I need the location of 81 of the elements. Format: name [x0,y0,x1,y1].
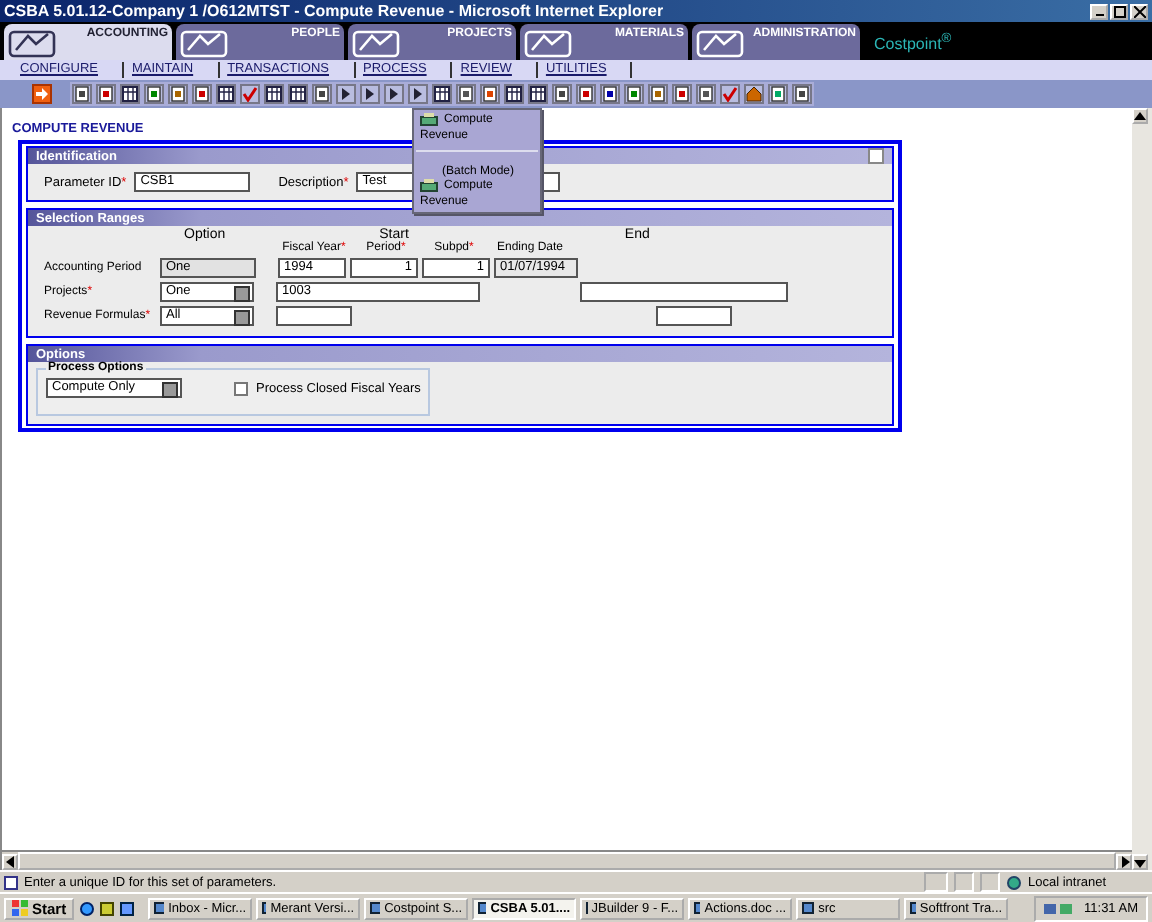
app-icon [262,902,267,914]
module-icon [180,26,228,58]
grid-icon [530,86,546,102]
toolbar-button[interactable] [552,84,572,104]
app-icon [802,902,815,914]
minimize-button[interactable] [1090,3,1108,19]
printer-icon [420,112,438,126]
app-icon [370,902,381,914]
toolbar-button[interactable] [72,84,92,104]
brand-logo: Costpoint$^{®}$ [872,30,954,58]
toolbar-button[interactable] [264,84,284,104]
left-arrow-icon [5,855,15,867]
module-icon [352,26,400,58]
printer-icon [420,178,438,193]
app-icon [694,902,701,914]
input-field[interactable] [276,306,352,326]
toolbar-button[interactable] [288,84,308,104]
toolbar-button[interactable] [672,84,692,104]
square-icon[interactable] [100,901,115,915]
horizontal-scrollbar[interactable] [2,850,1132,870]
toolbar-button[interactable] [168,84,188,104]
toolbar-button[interactable] [792,84,812,104]
grid-icon [122,86,138,102]
grid-icon [218,86,234,102]
toolbar-button[interactable] [744,84,764,104]
toolbar-button[interactable] [360,84,380,104]
grid-icon [266,86,282,102]
toolbar-button[interactable] [480,84,500,104]
toolbar-button[interactable] [408,84,428,104]
module-icon [8,26,56,58]
close-button[interactable] [1130,3,1148,19]
grid-icon [506,86,522,102]
section-toggle[interactable] [868,148,884,164]
checkbox[interactable] [234,381,248,395]
app-icon [910,902,916,914]
globe-icon [1006,875,1022,889]
page-icon [314,86,330,102]
maximize-button[interactable] [1110,3,1128,19]
toolbar-button[interactable] [648,84,668,104]
toolbar-button[interactable] [456,84,476,104]
toolbar-button[interactable] [312,84,332,104]
up-arrow-icon [1134,111,1146,121]
window-title: CSBA 5.01.12-Company 1 /O612MTST - Compute Revenue - Microsoft Internet Explorer [4,2,666,20]
app-icon [478,902,487,914]
input-field[interactable] [580,282,788,302]
windows-logo-icon [12,900,28,916]
toolbar-button[interactable] [696,84,716,104]
toolbar-button[interactable] [432,84,452,104]
check-icon [242,86,258,102]
module-icon [524,26,572,58]
toolbar-button[interactable] [384,84,404,104]
right-arrow-icon [1119,855,1129,867]
vertical-scrollbar[interactable] [1132,108,1152,870]
close-icon [1133,5,1145,17]
toolbar-button[interactable] [768,84,788,104]
toolbar-button[interactable] [576,84,596,104]
toolbar-button[interactable] [504,84,524,104]
arrow-icon [34,86,50,102]
toolbar-button[interactable] [600,84,620,104]
check-icon [722,86,738,102]
toolbar-button[interactable] [32,84,52,104]
toolbar-button[interactable] [192,84,212,104]
input-field[interactable] [656,306,732,326]
toolbar-button[interactable] [96,84,116,104]
toolbar-button[interactable] [528,84,548,104]
house-icon [746,86,762,102]
toolbar-button[interactable] [336,84,356,104]
module-icon [696,26,744,58]
square-icon[interactable] [120,901,135,915]
maximize-icon [1113,5,1125,17]
grid-icon [290,86,306,102]
grid-icon [434,86,450,102]
toolbar-button[interactable] [144,84,164,104]
down-arrow-icon [1134,857,1146,867]
toolbar-button[interactable] [216,84,236,104]
app-icon [154,902,165,914]
caret-icon [162,382,178,398]
toolbar-button[interactable] [120,84,140,104]
toolbar-button[interactable] [624,84,644,104]
tray-icon [1044,901,1073,915]
globe-icon[interactable] [80,901,95,915]
